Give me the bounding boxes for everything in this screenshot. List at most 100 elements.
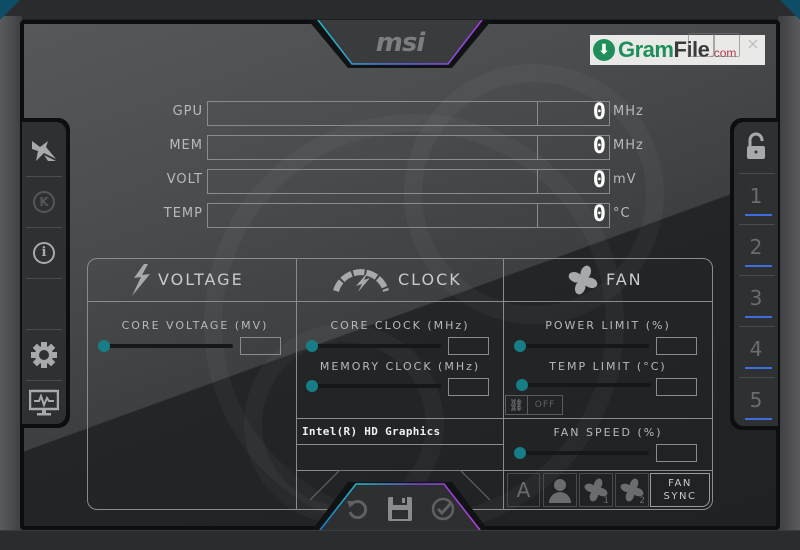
section-divider bbox=[503, 259, 504, 509]
memory-clock-label: MEMORY CLOCK (MHz) bbox=[319, 360, 481, 373]
frame-right-edge bbox=[778, 16, 800, 550]
monitor-unit: °C bbox=[613, 206, 631, 221]
temp-limit-slider-track[interactable] bbox=[521, 383, 651, 387]
profile-number: 4 bbox=[749, 337, 763, 361]
monitor-value-box: 0 bbox=[537, 100, 610, 126]
frame-bottom-edge bbox=[0, 530, 800, 550]
profile-number: 5 bbox=[749, 388, 763, 412]
title-bar[interactable] bbox=[22, 0, 778, 20]
profile-underline bbox=[745, 316, 772, 318]
fan-auto-button[interactable]: A bbox=[507, 473, 540, 507]
monitor-value: 0 bbox=[592, 134, 606, 159]
k-circle-icon: K bbox=[33, 191, 55, 213]
sidebar-divider bbox=[739, 224, 775, 225]
close-button[interactable]: × bbox=[740, 33, 766, 57]
fan-1-button[interactable]: 1 bbox=[579, 473, 613, 507]
monitoring-button[interactable] bbox=[22, 378, 66, 428]
fan-icon bbox=[568, 265, 598, 295]
core-voltage-input[interactable] bbox=[240, 337, 281, 355]
temp-limit-label: TEMP LIMIT (°C) bbox=[549, 360, 667, 373]
settings-button[interactable] bbox=[22, 330, 66, 380]
profile-underline bbox=[745, 418, 772, 420]
profile-underline bbox=[745, 265, 772, 267]
memory-clock-slider-knob[interactable] bbox=[306, 380, 318, 392]
monitor-bar bbox=[207, 169, 538, 194]
fan-user-button[interactable] bbox=[543, 473, 577, 507]
sidebar-divider bbox=[739, 173, 775, 174]
temp-limit-input[interactable] bbox=[656, 378, 697, 396]
frame-corner-accent bbox=[780, 0, 800, 20]
sidebar-divider bbox=[739, 326, 775, 327]
memory-clock-slider-track[interactable] bbox=[311, 384, 441, 388]
monitor-row-mem: MEM 0 MHz bbox=[150, 134, 670, 160]
settings-skin-button[interactable] bbox=[714, 33, 740, 57]
fan-speed-slider-knob[interactable] bbox=[514, 447, 526, 459]
save-button[interactable] bbox=[385, 494, 415, 524]
profile-3-button[interactable]: 3 bbox=[734, 278, 778, 328]
fan-sync-label-2: SYNC bbox=[663, 491, 697, 502]
fan-speed-slider-track[interactable] bbox=[519, 451, 649, 455]
power-limit-slider-track[interactable] bbox=[519, 344, 649, 348]
voltage-title: VOLTAGE bbox=[158, 270, 244, 289]
profile-underline bbox=[745, 214, 772, 216]
monitor-label: GPU bbox=[172, 104, 203, 119]
fan-number: 2 bbox=[639, 496, 645, 506]
core-clock-slider-track[interactable] bbox=[311, 344, 441, 348]
monitor-value: 0 bbox=[592, 168, 606, 193]
row-divider bbox=[297, 444, 503, 445]
power-limit-slider-knob[interactable] bbox=[514, 340, 526, 352]
core-clock-label: CORE CLOCK (MHz) bbox=[330, 319, 470, 332]
core-voltage-label: CORE VOLTAGE (MV) bbox=[121, 319, 269, 332]
minimize-button[interactable] bbox=[688, 33, 714, 57]
monitor-value-box: 0 bbox=[537, 168, 610, 194]
core-voltage-slider-track[interactable] bbox=[103, 344, 233, 348]
oc-scanner-button[interactable] bbox=[22, 126, 66, 176]
section-divider bbox=[296, 259, 297, 509]
kombustor-button[interactable]: K bbox=[22, 177, 66, 227]
gpu-name: Intel(R) HD Graphics bbox=[302, 425, 441, 438]
sidebar-divider bbox=[739, 275, 775, 276]
speedometer-icon bbox=[333, 269, 389, 292]
power-limit-label: POWER LIMIT (%) bbox=[545, 319, 671, 332]
sidebar-divider bbox=[26, 278, 62, 279]
user-icon bbox=[549, 479, 571, 503]
close-icon: × bbox=[746, 34, 760, 53]
apply-button[interactable] bbox=[428, 494, 458, 524]
monitor-label: TEMP bbox=[163, 206, 203, 221]
monitor-bar bbox=[207, 203, 538, 228]
reset-button[interactable] bbox=[342, 494, 372, 524]
monitor-bar bbox=[207, 135, 538, 160]
fan-speed-input[interactable] bbox=[656, 444, 697, 462]
monitor-unit: mV bbox=[613, 172, 637, 187]
frame-corner-accent bbox=[0, 0, 20, 20]
profile-5-button[interactable]: 5 bbox=[734, 380, 778, 430]
action-notch bbox=[310, 470, 490, 530]
temp-limit-slider-knob[interactable] bbox=[516, 379, 528, 391]
msi-logo: msi bbox=[375, 28, 425, 58]
profile-1-button[interactable]: 1 bbox=[734, 176, 778, 226]
core-clock-input[interactable] bbox=[448, 337, 489, 355]
monitor-bar bbox=[207, 101, 538, 126]
logo-notch: msi bbox=[308, 20, 492, 72]
jet-icon bbox=[32, 141, 56, 161]
profile-2-button[interactable]: 2 bbox=[734, 227, 778, 277]
sidebar-divider bbox=[739, 377, 775, 378]
monitor-label: MEM bbox=[169, 138, 203, 153]
fan-2-button[interactable]: 2 bbox=[615, 473, 649, 507]
monitor-value: 0 bbox=[592, 202, 606, 227]
link-toggle-button[interactable]: ⛓ OFF bbox=[505, 395, 563, 415]
memory-clock-input[interactable] bbox=[448, 378, 489, 396]
core-voltage-slider-knob[interactable] bbox=[98, 340, 110, 352]
monitor-unit: MHz bbox=[613, 138, 644, 153]
monitor-row-gpu: GPU 0 MHz bbox=[150, 100, 670, 126]
info-button[interactable]: i bbox=[22, 228, 66, 278]
info-icon: i bbox=[33, 242, 55, 264]
profile-lock-button[interactable] bbox=[734, 124, 778, 174]
monitor-label: VOLT bbox=[166, 172, 203, 187]
auto-letter: A bbox=[516, 478, 531, 502]
power-limit-input[interactable] bbox=[656, 337, 697, 355]
profile-4-button[interactable]: 4 bbox=[734, 329, 778, 379]
core-clock-slider-knob[interactable] bbox=[306, 340, 318, 352]
fan-sync-button[interactable]: FAN SYNC bbox=[650, 473, 710, 507]
link-broken-icon: ⛓ bbox=[506, 396, 528, 414]
